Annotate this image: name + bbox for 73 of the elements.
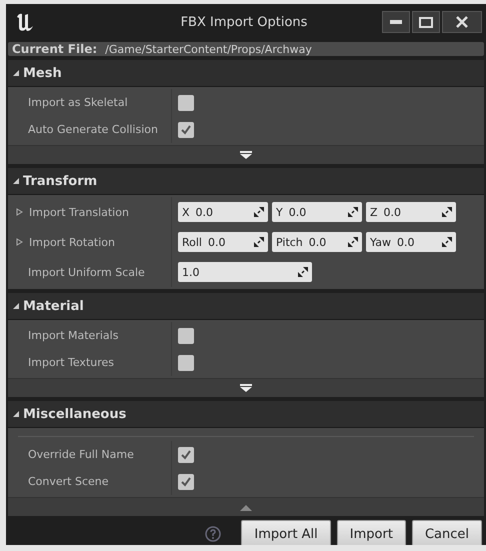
drag-handle-icon[interactable] bbox=[254, 237, 264, 247]
checkbox[interactable] bbox=[178, 94, 194, 110]
down-arrow-icon bbox=[240, 151, 252, 159]
expand-arrow-icon[interactable] bbox=[12, 177, 19, 185]
number-field[interactable]: 1.0 bbox=[178, 262, 312, 282]
section-header[interactable]: Miscellaneous bbox=[8, 401, 484, 428]
minimize-icon bbox=[390, 20, 402, 24]
expand-arrow-icon[interactable] bbox=[12, 302, 19, 310]
section-header[interactable]: Mesh bbox=[8, 60, 484, 87]
close-icon bbox=[456, 16, 468, 28]
axis-label: Y bbox=[276, 206, 283, 218]
section-title: Material bbox=[23, 298, 84, 314]
up-arrow-icon bbox=[240, 504, 252, 510]
property-label: Import Textures bbox=[28, 356, 114, 369]
field-value: 0.0 bbox=[288, 206, 306, 218]
property-label: Convert Scene bbox=[28, 475, 109, 488]
axis-label: X bbox=[182, 206, 190, 218]
number-field[interactable]: Yaw 0.0 bbox=[366, 232, 456, 252]
checkbox[interactable] bbox=[178, 328, 194, 344]
section-title: Miscellaneous bbox=[23, 406, 126, 422]
checkbox[interactable] bbox=[178, 122, 194, 138]
expand-arrow-icon[interactable] bbox=[12, 69, 19, 77]
drag-handle-icon[interactable] bbox=[254, 207, 264, 217]
section-header[interactable]: Transform bbox=[8, 168, 484, 195]
property-label: Override Full Name bbox=[28, 448, 134, 461]
drag-handle-icon[interactable] bbox=[348, 237, 358, 247]
dialog-button[interactable]: Import bbox=[336, 520, 406, 545]
field-value: 0.0 bbox=[196, 206, 214, 218]
drag-handle-icon[interactable] bbox=[442, 237, 452, 247]
maximize-icon bbox=[419, 16, 433, 28]
expand-arrow-icon[interactable] bbox=[16, 238, 23, 246]
section-title: Mesh bbox=[23, 66, 62, 80]
property-label: Auto Generate Collision bbox=[28, 123, 158, 136]
property-label: Import as Skeletal bbox=[28, 96, 128, 109]
close-button[interactable] bbox=[442, 11, 482, 33]
axis-label: Z bbox=[370, 206, 378, 218]
maximize-button[interactable] bbox=[412, 11, 440, 33]
field-value: 0.0 bbox=[396, 236, 414, 248]
drag-handle-icon[interactable] bbox=[348, 207, 358, 217]
window-title: FBX Import Options bbox=[180, 14, 308, 30]
help-icon[interactable] bbox=[205, 526, 222, 542]
logo-icon bbox=[14, 11, 36, 33]
number-field[interactable]: Y 0.0 bbox=[272, 202, 362, 222]
expand-arrow-icon[interactable] bbox=[16, 208, 23, 216]
checkbox[interactable] bbox=[178, 354, 194, 370]
property-label: Import Rotation bbox=[29, 236, 116, 248]
property-label: Import Uniform Scale bbox=[28, 266, 145, 278]
field-value: 0.0 bbox=[308, 236, 326, 248]
checkbox[interactable] bbox=[178, 446, 194, 462]
number-field[interactable]: X 0.0 bbox=[178, 202, 268, 222]
property-label: Import Translation bbox=[29, 206, 129, 218]
minimize-button[interactable] bbox=[382, 11, 410, 33]
number-field[interactable]: Roll 0.0 bbox=[178, 232, 268, 252]
axis-label: Roll bbox=[182, 236, 202, 248]
property-label: Import Materials bbox=[28, 329, 118, 342]
field-value: 0.0 bbox=[208, 236, 226, 248]
section-title: Transform bbox=[23, 174, 98, 188]
section-header[interactable]: Material bbox=[8, 293, 484, 320]
axis-label: Yaw bbox=[370, 236, 391, 248]
field-value: 0.0 bbox=[384, 206, 402, 218]
axis-label: Pitch bbox=[276, 236, 303, 248]
dialog-button[interactable]: Cancel bbox=[412, 520, 482, 545]
current-file-label: Current File: bbox=[12, 42, 98, 56]
expand-arrow-icon[interactable] bbox=[12, 410, 19, 418]
number-field[interactable]: Pitch 0.0 bbox=[272, 232, 362, 252]
drag-handle-icon[interactable] bbox=[298, 267, 308, 277]
current-file-path: /Game/StarterContent/Props/Archway bbox=[105, 42, 312, 56]
down-arrow-icon bbox=[240, 384, 252, 392]
number-field[interactable]: Z 0.0 bbox=[366, 202, 456, 222]
field-value: 1.0 bbox=[182, 266, 200, 278]
drag-handle-icon[interactable] bbox=[442, 207, 452, 217]
dialog-button[interactable]: Import All bbox=[241, 520, 331, 545]
checkbox[interactable] bbox=[178, 474, 194, 490]
